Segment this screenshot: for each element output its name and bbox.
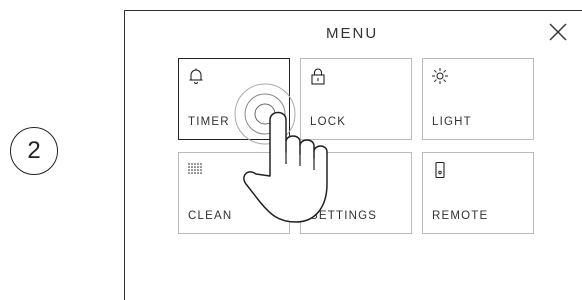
tile-label: REMOTE	[432, 210, 489, 222]
dots-grid-icon	[188, 163, 202, 174]
tile-remote[interactable]: REMOTE	[422, 152, 534, 234]
step-number-badge: 2	[10, 127, 58, 175]
bell-icon	[189, 68, 203, 84]
tile-light[interactable]: LIGHT	[422, 58, 534, 140]
tile-label: CLEAN	[188, 210, 233, 222]
menu-title: MENU	[326, 25, 379, 42]
tap-hand-icon	[234, 83, 328, 223]
tile-label: LIGHT	[432, 116, 472, 128]
close-icon[interactable]	[548, 22, 568, 42]
sun-icon	[432, 68, 448, 84]
remote-icon	[435, 161, 445, 179]
tile-label: TIMER	[188, 116, 230, 128]
step-number: 2	[27, 137, 41, 164]
